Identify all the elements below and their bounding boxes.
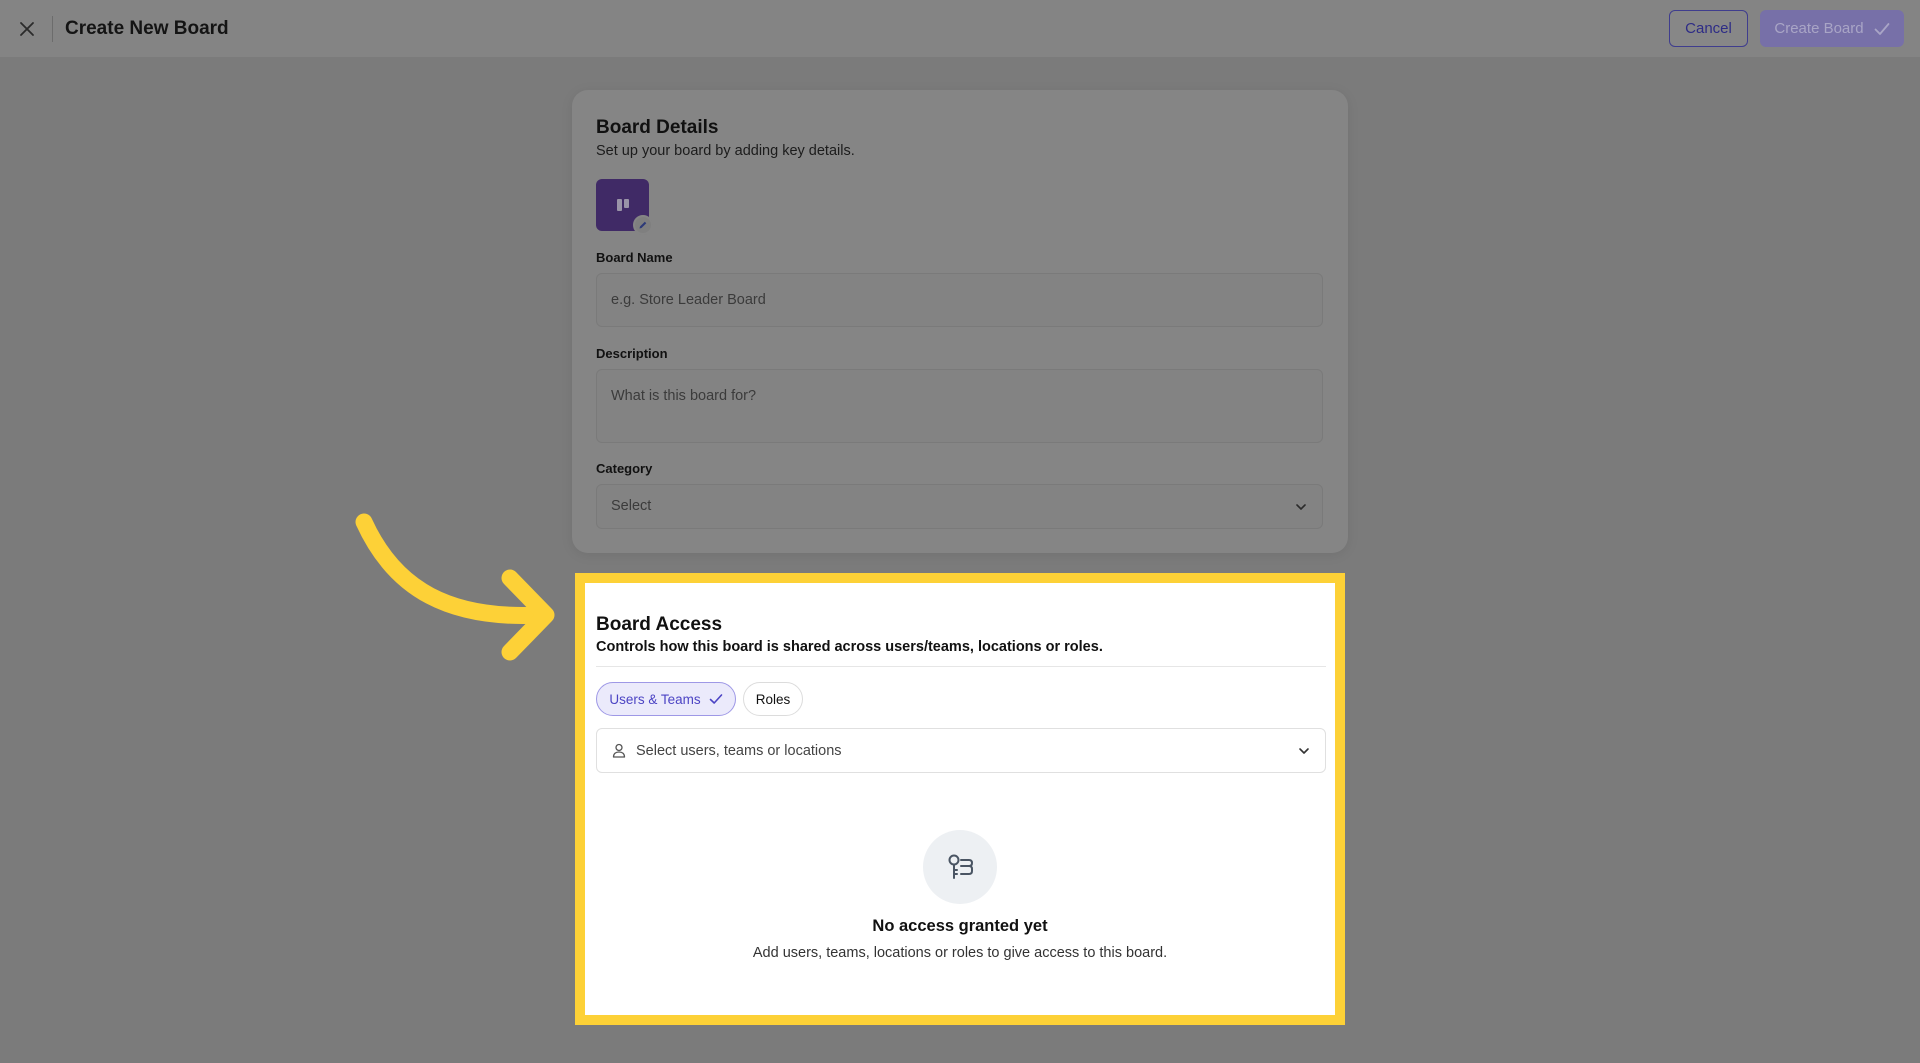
board-access-subtitle: Controls how this board is shared across… (596, 639, 1103, 655)
highlight-frame: Board Access Controls how this board is … (575, 573, 1345, 1025)
category-label: Category (596, 461, 653, 476)
header-divider (52, 15, 53, 42)
tab-roles-label: Roles (755, 691, 791, 707)
chevron-down-icon (1296, 504, 1306, 510)
pencil-icon[interactable] (633, 215, 653, 235)
user-icon (612, 743, 626, 758)
annotation-arrow-icon (355, 513, 555, 661)
board-access-title: Board Access (596, 614, 723, 635)
create-board-button[interactable]: Create Board (1760, 10, 1904, 47)
cancel-button[interactable]: Cancel (1669, 10, 1748, 47)
tab-users-teams[interactable]: Users & Teams (596, 682, 736, 716)
check-icon (1874, 22, 1890, 35)
board-icon-picker[interactable] (596, 179, 653, 235)
board-details-subtitle: Set up your board by adding key details. (596, 143, 855, 159)
board-details-card: Board Details Set up your board by addin… (572, 90, 1348, 553)
board-icon (616, 199, 629, 211)
divider (596, 666, 1326, 667)
tab-users-teams-label: Users & Teams (609, 691, 701, 707)
board-access-card: Board Access Controls how this board is … (585, 583, 1335, 1015)
create-board-label: Create Board (1774, 20, 1864, 37)
empty-state-title: No access granted yet (872, 917, 1048, 935)
header-actions: Cancel Create Board (1669, 10, 1904, 47)
check-icon (709, 694, 722, 704)
board-details-title: Board Details (596, 117, 719, 138)
key-access-icon (923, 830, 997, 904)
category-select-value: Select (611, 498, 652, 514)
chevron-down-icon (1299, 748, 1309, 754)
select-placeholder: Select users, teams or locations (636, 742, 842, 759)
description-textarea[interactable]: What is this board for? (596, 369, 1323, 443)
category-select[interactable]: Select (596, 484, 1323, 529)
board-name-input[interactable]: e.g. Store Leader Board (596, 273, 1323, 327)
close-icon[interactable] (16, 18, 38, 40)
empty-state-subtitle: Add users, teams, locations or roles to … (752, 945, 1168, 961)
board-name-label: Board Name (596, 250, 673, 265)
description-label: Description (596, 346, 668, 361)
tab-roles[interactable]: Roles (743, 682, 803, 716)
top-bar: Create New Board Cancel Create Board (0, 0, 1920, 57)
users-teams-locations-select[interactable]: Select users, teams or locations (596, 728, 1326, 773)
page-title: Create New Board (65, 17, 229, 39)
